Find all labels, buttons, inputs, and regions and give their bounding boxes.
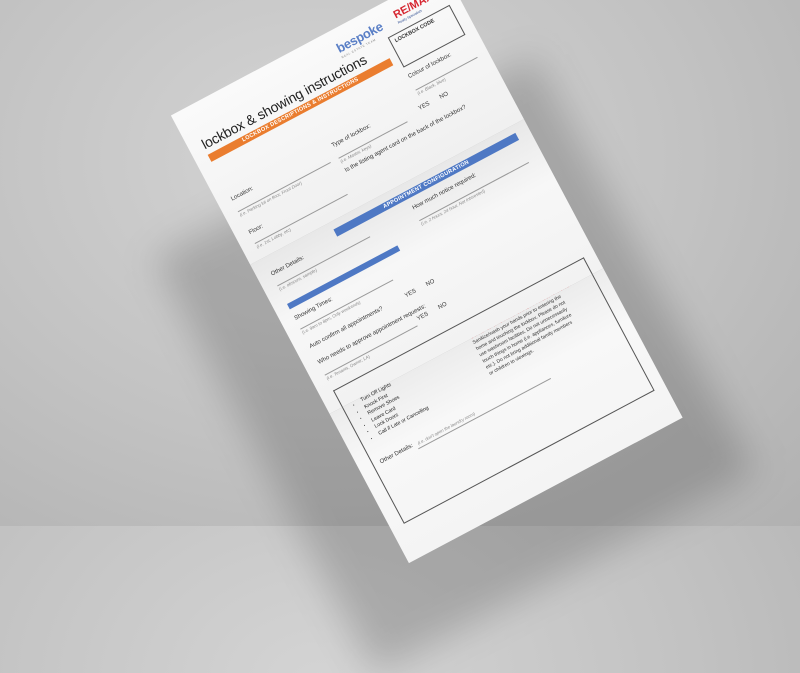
- lockbox-yes-option[interactable]: YES: [418, 101, 431, 112]
- showing-times-hint: (i.e. 9am to 8pm, Only weekends): [301, 299, 362, 335]
- auto-confirm-label: Auto confirm all appointments?: [308, 305, 385, 350]
- location-hint: (i.e. Parking lot on floor, Front Door): [238, 180, 303, 218]
- location-label: Location:: [230, 185, 255, 203]
- auto-confirm-no-option[interactable]: NO: [425, 278, 436, 288]
- notice-hint: (i.e. 2 hours, 24 hour, Not Interested): [420, 188, 486, 227]
- auto-confirm-yes-option[interactable]: YES: [404, 288, 417, 299]
- lockbox-no-option[interactable]: NO: [439, 91, 450, 101]
- who-approve-no-option[interactable]: NO: [437, 301, 448, 311]
- floor-label: Floor:: [248, 223, 265, 237]
